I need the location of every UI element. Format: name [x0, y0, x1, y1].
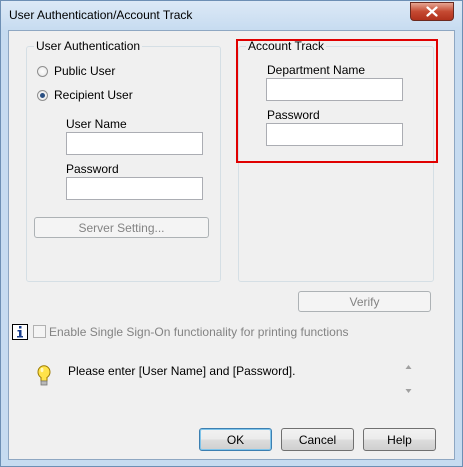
window-title: User Authentication/Account Track — [9, 8, 193, 22]
ok-button[interactable]: OK — [199, 428, 272, 451]
radio-selected-dot — [40, 92, 45, 98]
sso-checkbox[interactable] — [33, 325, 46, 338]
red-highlight-box — [236, 39, 438, 163]
user-authentication-group: User Authentication — [26, 39, 221, 282]
status-message: Please enter [User Name] and [Password]. — [68, 364, 296, 378]
cancel-button[interactable]: Cancel — [281, 428, 354, 451]
public-user-label: Public User — [54, 64, 116, 78]
user-password-label: Password — [66, 162, 119, 176]
scroll-down-icon[interactable] — [405, 388, 412, 394]
dialog-window: User Authentication/Account Track User A… — [0, 0, 463, 467]
recipient-user-radio[interactable]: Recipient User — [37, 88, 133, 102]
user-authentication-legend: User Authentication — [34, 39, 143, 53]
close-icon — [426, 6, 438, 17]
scroll-up-icon[interactable] — [405, 364, 412, 370]
user-name-label: User Name — [66, 117, 127, 131]
user-password-field[interactable] — [66, 177, 203, 200]
recipient-user-radio-circle[interactable] — [37, 89, 48, 101]
sso-label: Enable Single Sign-On functionality for … — [49, 325, 349, 339]
title-bar[interactable]: User Authentication/Account Track — [1, 1, 462, 29]
close-button[interactable] — [410, 2, 454, 21]
info-i-glyph — [17, 326, 23, 338]
public-user-radio-circle[interactable] — [37, 65, 48, 77]
user-name-field[interactable] — [66, 132, 203, 155]
recipient-user-label: Recipient User — [54, 88, 133, 102]
help-button[interactable]: Help — [363, 428, 436, 451]
info-icon[interactable] — [12, 324, 28, 340]
verify-button[interactable]: Verify — [298, 291, 431, 312]
server-setting-button[interactable]: Server Setting... — [34, 217, 209, 238]
public-user-radio[interactable]: Public User — [37, 64, 115, 78]
dialog-client-area: User Authentication Public User Recipien… — [8, 30, 455, 460]
lightbulb-icon — [37, 365, 51, 386]
